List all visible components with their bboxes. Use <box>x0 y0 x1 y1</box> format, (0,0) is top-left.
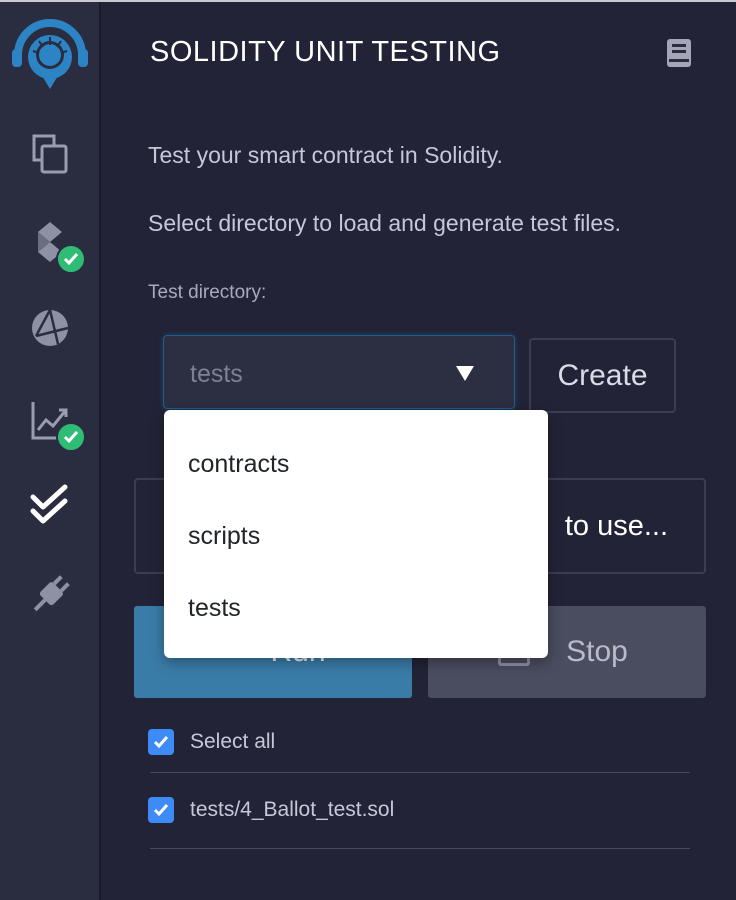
test-directory-value: tests <box>190 360 243 388</box>
dropdown-option-scripts[interactable]: scripts <box>188 522 260 551</box>
description-line-2: Select directory to load and generate te… <box>148 210 622 236</box>
documentation-icon[interactable] <box>666 38 692 68</box>
plugin-manager-icon[interactable] <box>22 567 78 623</box>
remix-logo-icon[interactable] <box>10 19 90 90</box>
divider <box>150 848 690 849</box>
list-item: tests/4_Ballot_test.sol <box>148 797 394 823</box>
test-file-checkbox[interactable] <box>148 797 174 823</box>
divider <box>150 772 690 773</box>
stop-button-label: Stop <box>566 635 628 668</box>
generate-button-label: to use... <box>564 510 668 542</box>
file-explorer-icon[interactable] <box>22 126 78 182</box>
success-check-icon <box>56 422 86 452</box>
select-all-row: Select all <box>148 729 275 755</box>
icon-panel <box>0 2 101 900</box>
dropdown-option-tests[interactable]: tests <box>188 594 241 623</box>
dropdown-option-contracts[interactable]: contracts <box>188 450 289 479</box>
deploy-run-icon[interactable] <box>22 300 78 356</box>
page-title: SOLIDITY UNIT TESTING <box>150 36 501 68</box>
test-file-name: tests/4_Ballot_test.sol <box>190 798 395 821</box>
select-all-checkbox[interactable] <box>148 729 174 755</box>
create-button[interactable]: Create <box>529 338 676 413</box>
test-directory-select[interactable]: tests <box>163 335 515 409</box>
caret-down-icon <box>456 366 474 381</box>
test-directory-dropdown-menu: contracts scripts tests <box>164 410 548 658</box>
select-all-label: Select all <box>190 730 276 753</box>
success-check-icon <box>56 244 86 274</box>
unit-testing-icon[interactable] <box>22 478 78 534</box>
test-directory-label: Test directory: <box>148 282 267 303</box>
solidity-compiler-icon[interactable] <box>22 214 86 274</box>
description-line-1: Test your smart contract in Solidity. <box>148 142 503 168</box>
analysis-icon[interactable] <box>22 392 86 452</box>
